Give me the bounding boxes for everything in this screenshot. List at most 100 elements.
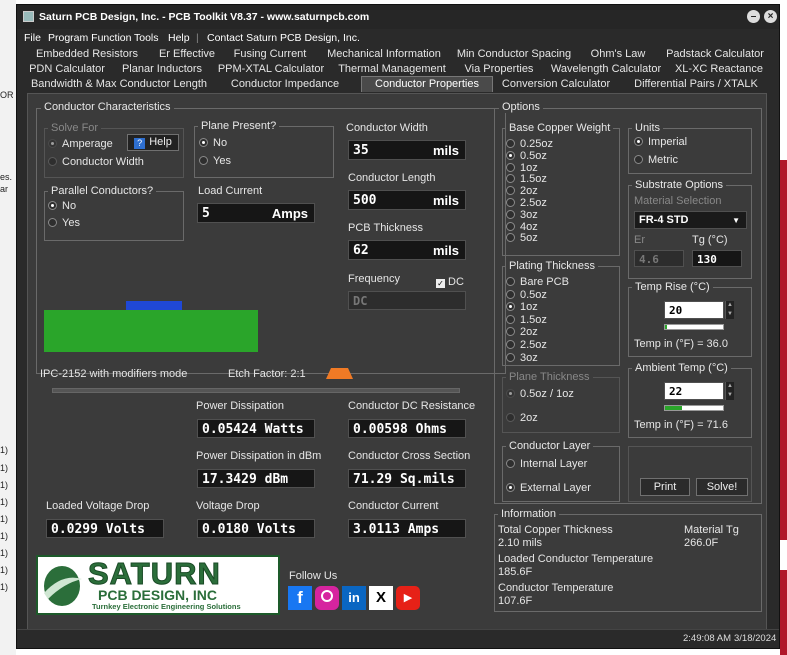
units-metric-radio[interactable]: Metric: [634, 154, 678, 166]
plating-option-radio[interactable]: 1.5oz: [506, 314, 547, 326]
material-select[interactable]: FR-4 STD ▼: [634, 211, 747, 229]
plane-yes-radio[interactable]: Yes: [199, 155, 231, 167]
saturn-logo[interactable]: SATURN PCB DESIGN, INC Turnkey Electroni…: [36, 555, 280, 615]
board-shape: [44, 310, 258, 352]
base-copper-option-radio[interactable]: 2oz: [506, 185, 538, 197]
load-current-input[interactable]: 5 Amps: [197, 203, 315, 223]
minimize-button[interactable]: –: [747, 10, 760, 23]
external-layer-radio[interactable]: External Layer: [506, 482, 591, 494]
base-copper-option-radio[interactable]: 0.25oz: [506, 138, 553, 150]
plating-option-radio[interactable]: 0.5oz: [506, 289, 547, 301]
units-group: [628, 128, 752, 174]
substrate-title: Substrate Options: [632, 179, 727, 191]
conductor-characteristics-title: Conductor Characteristics: [41, 101, 174, 113]
tab-er-effective[interactable]: Er Effective: [151, 47, 223, 62]
plating-option-radio[interactable]: 2.5oz: [506, 339, 547, 351]
tab-planar-inductors[interactable]: Planar Inductors: [111, 62, 213, 77]
frequency-input[interactable]: DC: [348, 291, 466, 310]
base-copper-option-radio[interactable]: 1.5oz: [506, 173, 547, 185]
tab-pdn-calculator[interactable]: PDN Calculator: [23, 62, 111, 77]
solve-for-title: Solve For: [48, 122, 102, 134]
tab-conversion-calculator[interactable]: Conversion Calculator: [493, 77, 619, 92]
tab-via-properties[interactable]: Via Properties: [455, 62, 543, 77]
status-time: 2:49:08 AM: [683, 633, 732, 644]
conductor-width-input[interactable]: 35 mils: [348, 140, 466, 160]
solve-for-width-radio[interactable]: Conductor Width: [48, 156, 144, 168]
tab-embedded-resistors[interactable]: Embedded Resistors: [23, 47, 151, 62]
trace-shape: [126, 301, 182, 310]
menu-contact[interactable]: Contact Saturn PCB Design, Inc.: [207, 32, 360, 44]
title-bar[interactable]: Saturn PCB Design, Inc. - PCB Toolkit V8…: [17, 5, 779, 29]
instagram-icon[interactable]: [315, 586, 339, 610]
temp-rise-input[interactable]: 20: [664, 301, 724, 319]
tg-input[interactable]: 130: [692, 250, 742, 267]
solve-for-amperage-radio[interactable]: Amperage: [48, 138, 113, 150]
pcb-thickness-input[interactable]: 62 mils: [348, 240, 466, 260]
temp-rise-spinner[interactable]: ▲ ▼: [725, 301, 734, 319]
base-copper-option-radio[interactable]: 2.5oz: [506, 197, 547, 209]
tab-thermal-management[interactable]: Thermal Management: [329, 62, 455, 77]
ambient-temp-spinner[interactable]: ▲ ▼: [725, 382, 734, 400]
youtube-icon[interactable]: ▶: [396, 586, 420, 610]
plane-no-radio[interactable]: No: [199, 137, 227, 149]
tab-wavelength-calculator[interactable]: Wavelength Calculator: [543, 62, 669, 77]
parallel-yes-radio[interactable]: Yes: [48, 217, 80, 229]
conductor-width-label: Conductor Width: [346, 122, 428, 134]
base-copper-option-radio[interactable]: 5oz: [506, 232, 538, 244]
help-button[interactable]: ? Help: [127, 134, 179, 151]
menu-tools[interactable]: Tools: [134, 32, 159, 44]
app-window: Saturn PCB Design, Inc. - PCB Toolkit V8…: [16, 4, 780, 649]
base-copper-option-radio[interactable]: 4oz: [506, 221, 538, 233]
temp-rise-level-bar: [664, 324, 724, 330]
plane-thickness-half-radio[interactable]: 0.5oz / 1oz: [506, 388, 574, 400]
parallel-no-radio[interactable]: No: [48, 200, 76, 212]
tab-bandwidth-max-conductor-length[interactable]: Bandwidth & Max Conductor Length: [23, 77, 215, 92]
background-text: 1): [0, 548, 9, 558]
window-title: Saturn PCB Design, Inc. - PCB Toolkit V8…: [39, 11, 370, 23]
solve-button[interactable]: Solve!: [696, 478, 748, 496]
information-title: Information: [498, 508, 560, 520]
tab-fusing-current[interactable]: Fusing Current: [223, 47, 317, 62]
chevron-down-icon: ▼: [732, 216, 740, 225]
print-button[interactable]: Print: [640, 478, 690, 496]
background-text: 1): [0, 463, 9, 473]
er-input[interactable]: 4.6: [634, 250, 684, 267]
x-icon[interactable]: X: [369, 586, 393, 610]
tab-conductor-properties[interactable]: Conductor Properties: [361, 76, 493, 92]
temp-rise-fahrenheit: Temp in (°F) = 36.0: [634, 338, 728, 350]
menu-program-function[interactable]: Program Function: [48, 32, 131, 44]
base-copper-option-radio[interactable]: 0.5oz: [506, 150, 547, 162]
background-text: 1): [0, 497, 9, 507]
plane-thickness-2oz-radio[interactable]: 2oz: [506, 412, 538, 424]
plating-option-radio[interactable]: 3oz: [506, 352, 538, 364]
linkedin-icon[interactable]: in: [342, 586, 366, 610]
tab-xl-xc-reactance[interactable]: XL-XC Reactance: [669, 62, 769, 77]
menu-file[interactable]: File: [24, 32, 41, 44]
menu-help[interactable]: Help: [168, 32, 190, 44]
plating-option-radio[interactable]: Bare PCB: [506, 276, 569, 288]
base-copper-option-radio[interactable]: 1oz: [506, 162, 538, 174]
plating-option-radio[interactable]: 2oz: [506, 326, 538, 338]
base-copper-option-radio[interactable]: 3oz: [506, 209, 538, 221]
tab-padstack-calculator[interactable]: Padstack Calculator: [659, 47, 771, 62]
tab-min-conductor-spacing[interactable]: Min Conductor Spacing: [451, 47, 577, 62]
facebook-icon[interactable]: f: [288, 586, 312, 610]
dc-checkbox[interactable]: ✓ DC: [436, 276, 464, 288]
plating-option-radio[interactable]: 1oz: [506, 301, 538, 313]
background-text: 1): [0, 531, 9, 541]
help-icon: ?: [134, 138, 146, 149]
close-button[interactable]: ×: [764, 10, 777, 23]
tab-differential-pairs-xtalk[interactable]: Differential Pairs / XTALK: [619, 77, 773, 92]
units-imperial-radio[interactable]: Imperial: [634, 136, 687, 148]
tab-mechanical-information[interactable]: Mechanical Information: [317, 47, 451, 62]
conductor-length-input[interactable]: 500 mils: [348, 190, 466, 210]
tab-conductor-impedance[interactable]: Conductor Impedance: [215, 77, 355, 92]
conductor-temp-label: Conductor Temperature: [498, 582, 614, 594]
background-text: 1): [0, 480, 9, 490]
tab-ppm-xtal-calculator[interactable]: PPM-XTAL Calculator: [213, 62, 329, 77]
divider-track: [52, 388, 460, 393]
units-title: Units: [632, 122, 664, 134]
ambient-temp-input[interactable]: 22: [664, 382, 724, 400]
internal-layer-radio[interactable]: Internal Layer: [506, 458, 587, 470]
tab-ohms-law[interactable]: Ohm's Law: [577, 47, 659, 62]
